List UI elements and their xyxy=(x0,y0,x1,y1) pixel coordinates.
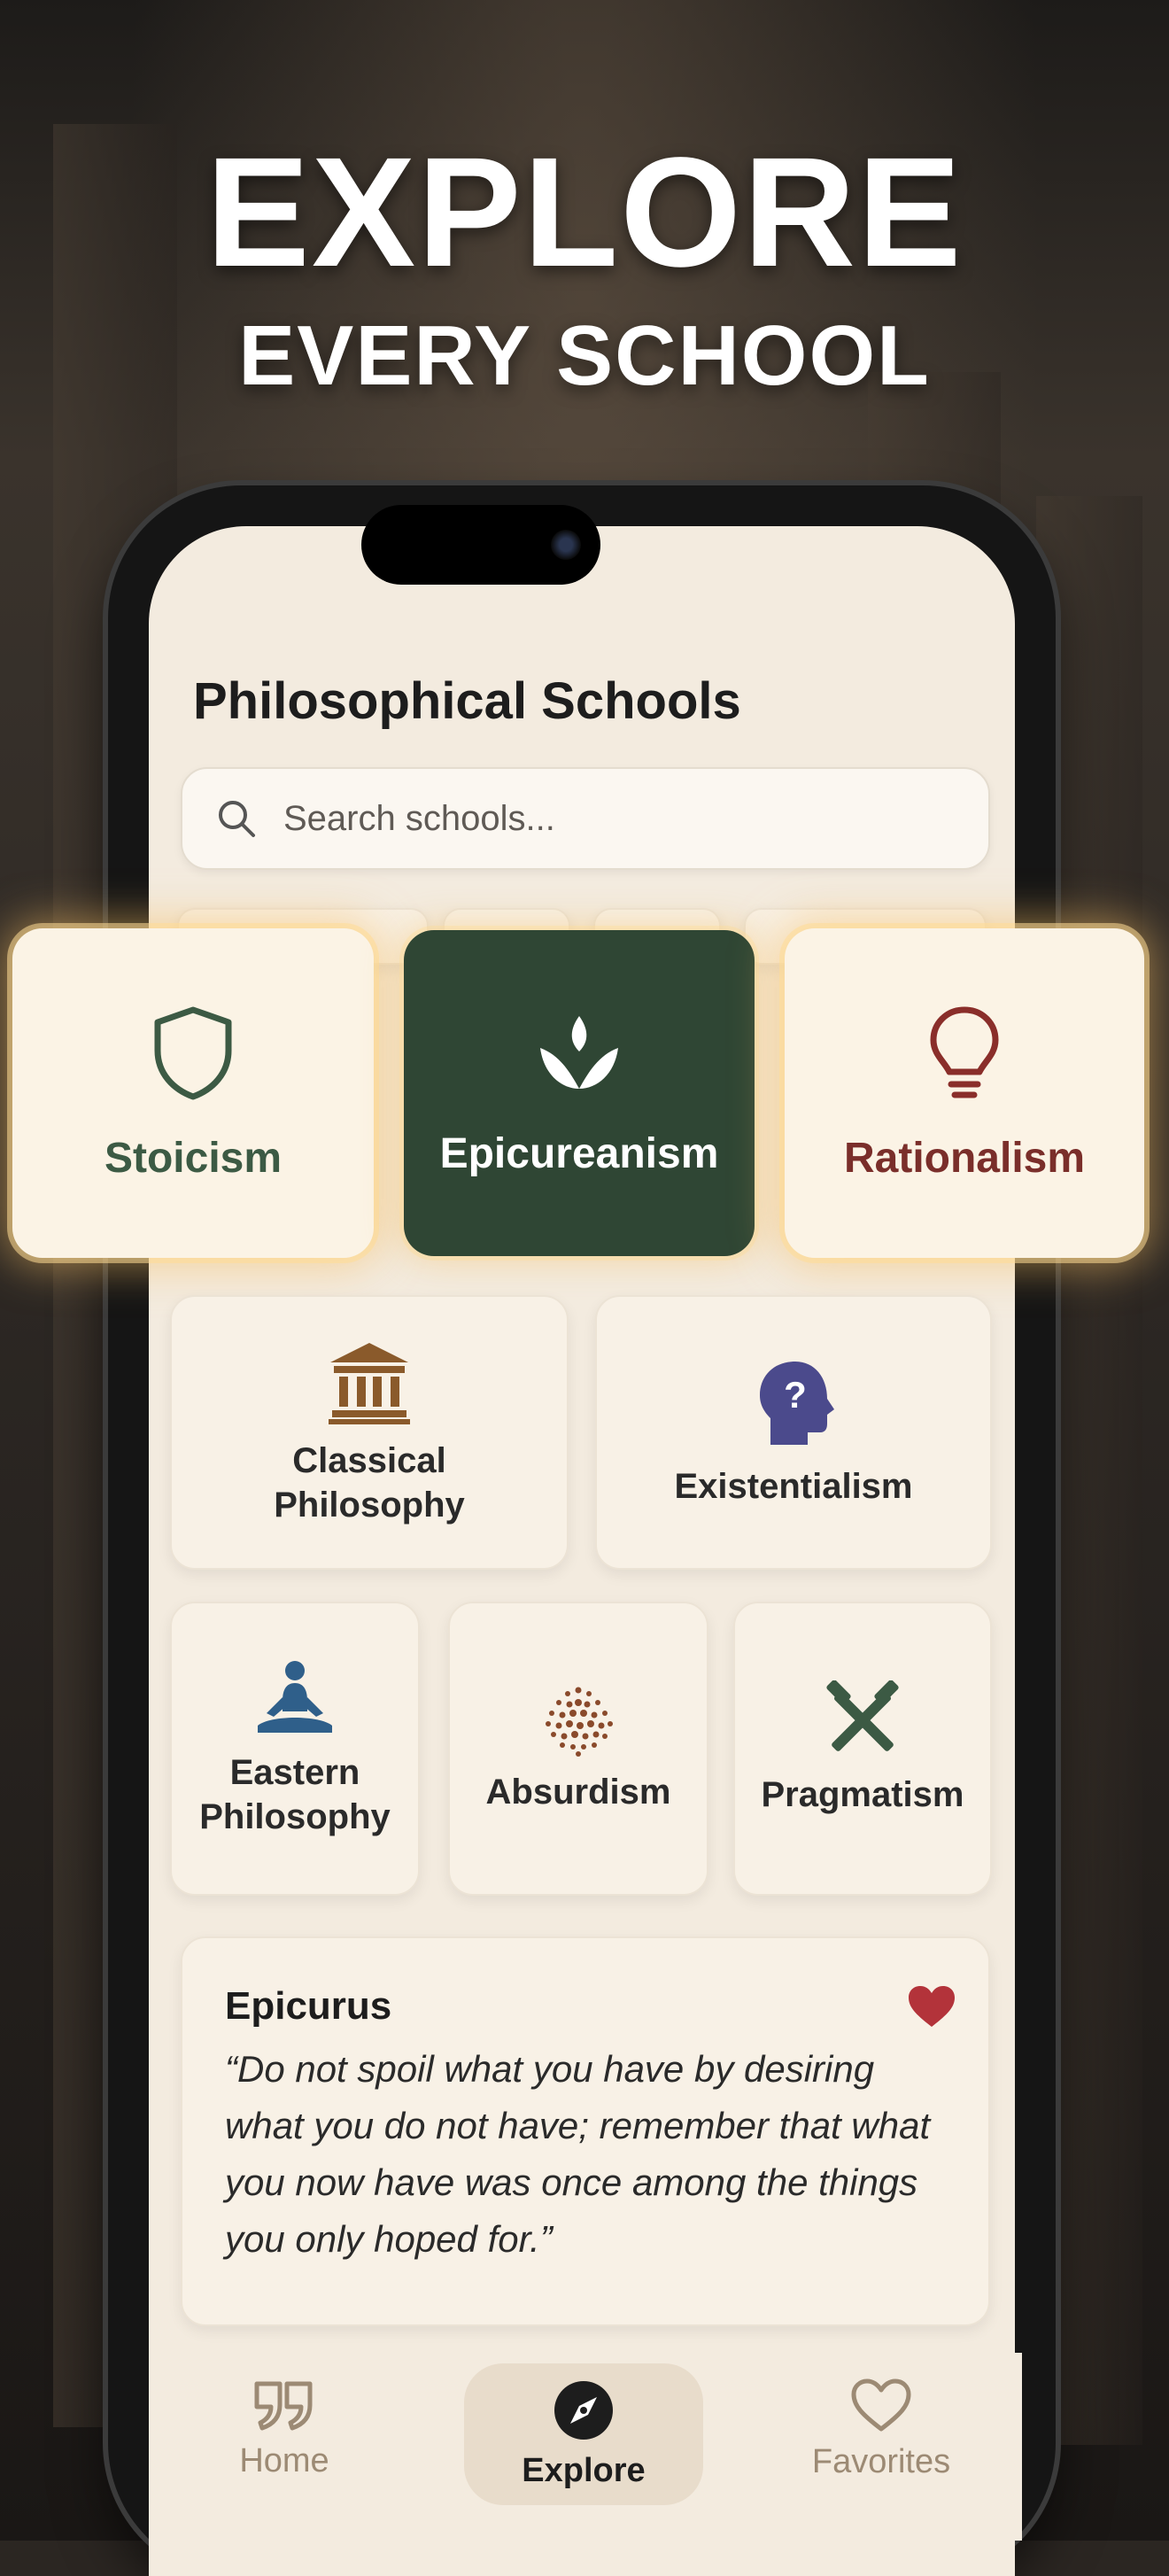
search-input[interactable] xyxy=(282,797,958,840)
heart-filled-icon[interactable] xyxy=(907,1984,956,2029)
quote-author: Epicurus xyxy=(225,1984,392,2028)
school-card-epicureanism[interactable]: Epicureanism xyxy=(404,930,755,1256)
page-title: Philosophical Schools xyxy=(193,672,741,730)
school-card-stoicism[interactable]: Stoicism xyxy=(12,928,374,1258)
school-card-label: Classical Philosophy xyxy=(274,1441,465,1525)
tab-home[interactable]: Home xyxy=(174,2353,395,2505)
school-card-eastern-philosophy[interactable]: Eastern Philosophy xyxy=(170,1602,420,1896)
school-card-existentialism[interactable]: ? Existentialism xyxy=(595,1295,992,1570)
school-card-pragmatism[interactable]: Pragmatism xyxy=(733,1602,992,1896)
svg-text:?: ? xyxy=(784,1374,807,1416)
tools-icon xyxy=(826,1680,899,1751)
dots-pattern-icon xyxy=(546,1687,613,1757)
dynamic-island xyxy=(361,505,600,585)
school-card-absurdism[interactable]: Absurdism xyxy=(448,1602,708,1896)
tab-explore[interactable]: Explore xyxy=(464,2363,703,2505)
school-card-label: Pragmatism xyxy=(761,1775,964,1814)
school-card-label: Eastern Philosophy xyxy=(199,1753,391,1836)
headline-line2: EVERY SCHOOL xyxy=(238,308,931,403)
lotus-icon xyxy=(540,1015,618,1089)
tab-bar: Home Explore Favorites xyxy=(149,2353,1022,2541)
school-card-label: Existentialism xyxy=(674,1467,913,1506)
school-card-label: Absurdism xyxy=(485,1773,671,1812)
school-card-label: Rationalism xyxy=(843,1134,1086,1182)
quote-marks-icon xyxy=(254,2381,313,2430)
school-card-label: Stoicism xyxy=(104,1134,283,1182)
lightbulb-icon xyxy=(930,1006,999,1098)
shield-icon xyxy=(154,1006,232,1099)
tab-label: Favorites xyxy=(811,2442,951,2480)
quote-text: “Do not spoil what you have by desiring … xyxy=(225,2048,931,2260)
meditation-icon xyxy=(258,1661,332,1733)
tab-favorites[interactable]: Favorites xyxy=(770,2353,992,2505)
school-card-classical-philosophy[interactable]: Classical Philosophy xyxy=(170,1295,569,1570)
temple-icon xyxy=(329,1343,410,1424)
headline-line1: EXPLORE xyxy=(205,126,964,299)
school-card-label: Epicureanism xyxy=(439,1129,719,1177)
compass-icon xyxy=(554,2380,613,2440)
head-question-icon: ? xyxy=(760,1362,834,1445)
tab-label: Home xyxy=(239,2441,329,2479)
school-card-rationalism[interactable]: Rationalism xyxy=(785,928,1144,1258)
quote-card[interactable]: Epicurus “Do not spoil what you have by … xyxy=(181,1936,990,2326)
search-bar[interactable] xyxy=(181,767,990,870)
tab-label: Explore xyxy=(522,2451,646,2489)
search-icon xyxy=(219,801,255,837)
heart-outline-icon xyxy=(851,2378,911,2431)
camera-icon xyxy=(551,530,581,560)
